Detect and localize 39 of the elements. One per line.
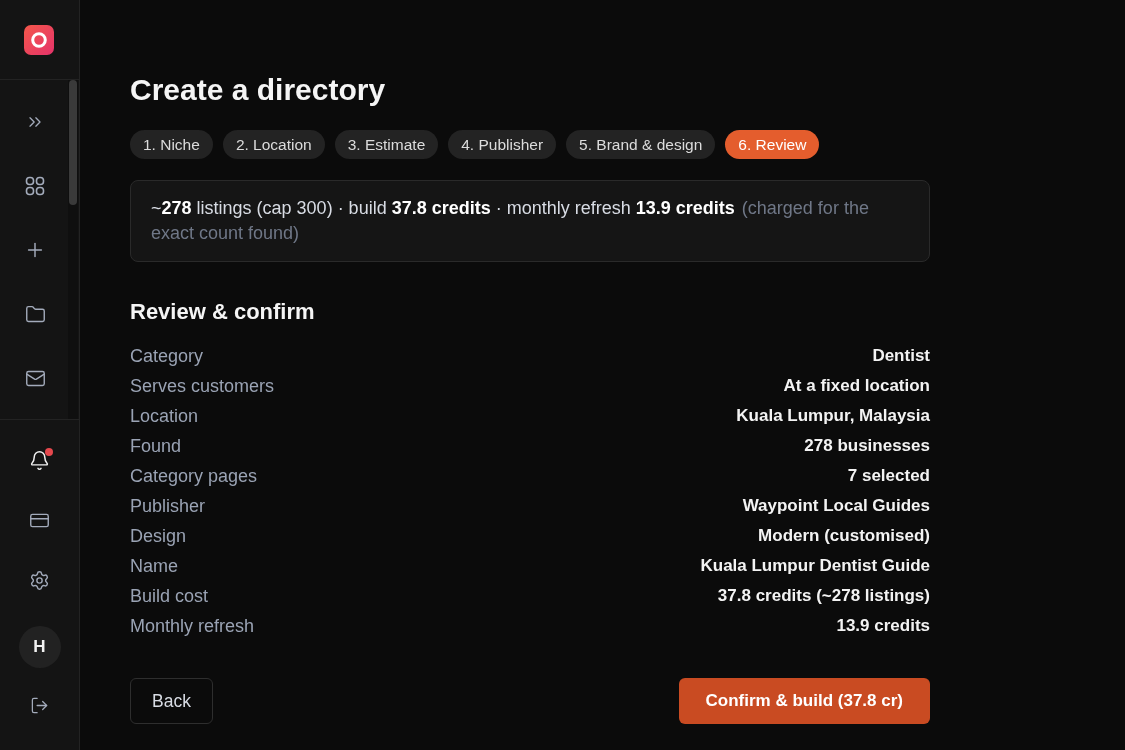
review-label: Category xyxy=(130,345,204,367)
review-label: Publisher xyxy=(130,495,206,517)
step-tab[interactable]: 2. Location xyxy=(222,130,325,159)
review-label: Build cost xyxy=(130,585,209,607)
step-tab[interactable]: 4. Publisher xyxy=(448,130,557,159)
review-label: Location xyxy=(130,405,199,427)
grid-icon[interactable] xyxy=(25,176,45,196)
review-value: Dentist xyxy=(872,346,930,366)
folder-icon[interactable] xyxy=(24,303,46,325)
review-value: 278 businesses xyxy=(804,436,930,456)
review-value: 7 selected xyxy=(847,466,930,486)
review-value: 13.9 credits xyxy=(836,616,930,636)
settings-icon[interactable] xyxy=(29,569,50,591)
review-label: Serves customers xyxy=(130,375,275,397)
section-heading: Review & confirm xyxy=(130,298,315,326)
review-label: Found xyxy=(130,435,182,457)
logo-icon[interactable] xyxy=(24,24,54,55)
logout-icon[interactable] xyxy=(30,695,49,715)
review-label: Category pages xyxy=(130,465,258,487)
page-title: Create a directory xyxy=(130,72,386,108)
review-value: Kuala Lumpur, Malaysia xyxy=(736,406,930,426)
review-label: Design xyxy=(130,525,187,547)
back-button[interactable]: Back xyxy=(130,678,213,724)
review-label: Monthly refresh xyxy=(130,615,255,637)
confirm-button[interactable]: Confirm & build (37.8 cr) xyxy=(678,678,930,724)
review-label: Name xyxy=(130,555,178,577)
review-value: At a fixed location xyxy=(783,376,930,396)
step-tab[interactable]: 1. Niche xyxy=(130,130,213,159)
step-tab[interactable]: 3. Estimate xyxy=(334,130,439,159)
step-tab[interactable]: 6. Review xyxy=(725,130,820,159)
bell-icon[interactable] xyxy=(29,449,50,471)
user-avatar[interactable]: H xyxy=(18,626,61,668)
review-value: Modern (customised) xyxy=(758,526,930,546)
scrollbar-thumb[interactable] xyxy=(69,80,77,205)
step-tab[interactable]: 5. Brand & design xyxy=(566,130,716,159)
review-value: 37.8 credits (~278 listings) xyxy=(717,586,930,606)
review-value: Kuala Lumpur Dentist Guide xyxy=(700,556,930,576)
review-value: Waypoint Local Guides xyxy=(742,496,930,516)
summary-text: ~278 listings (cap 300) · build 37.8 credits · monthly refresh 13.9 credits (charged for the exact count found) xyxy=(151,197,870,245)
